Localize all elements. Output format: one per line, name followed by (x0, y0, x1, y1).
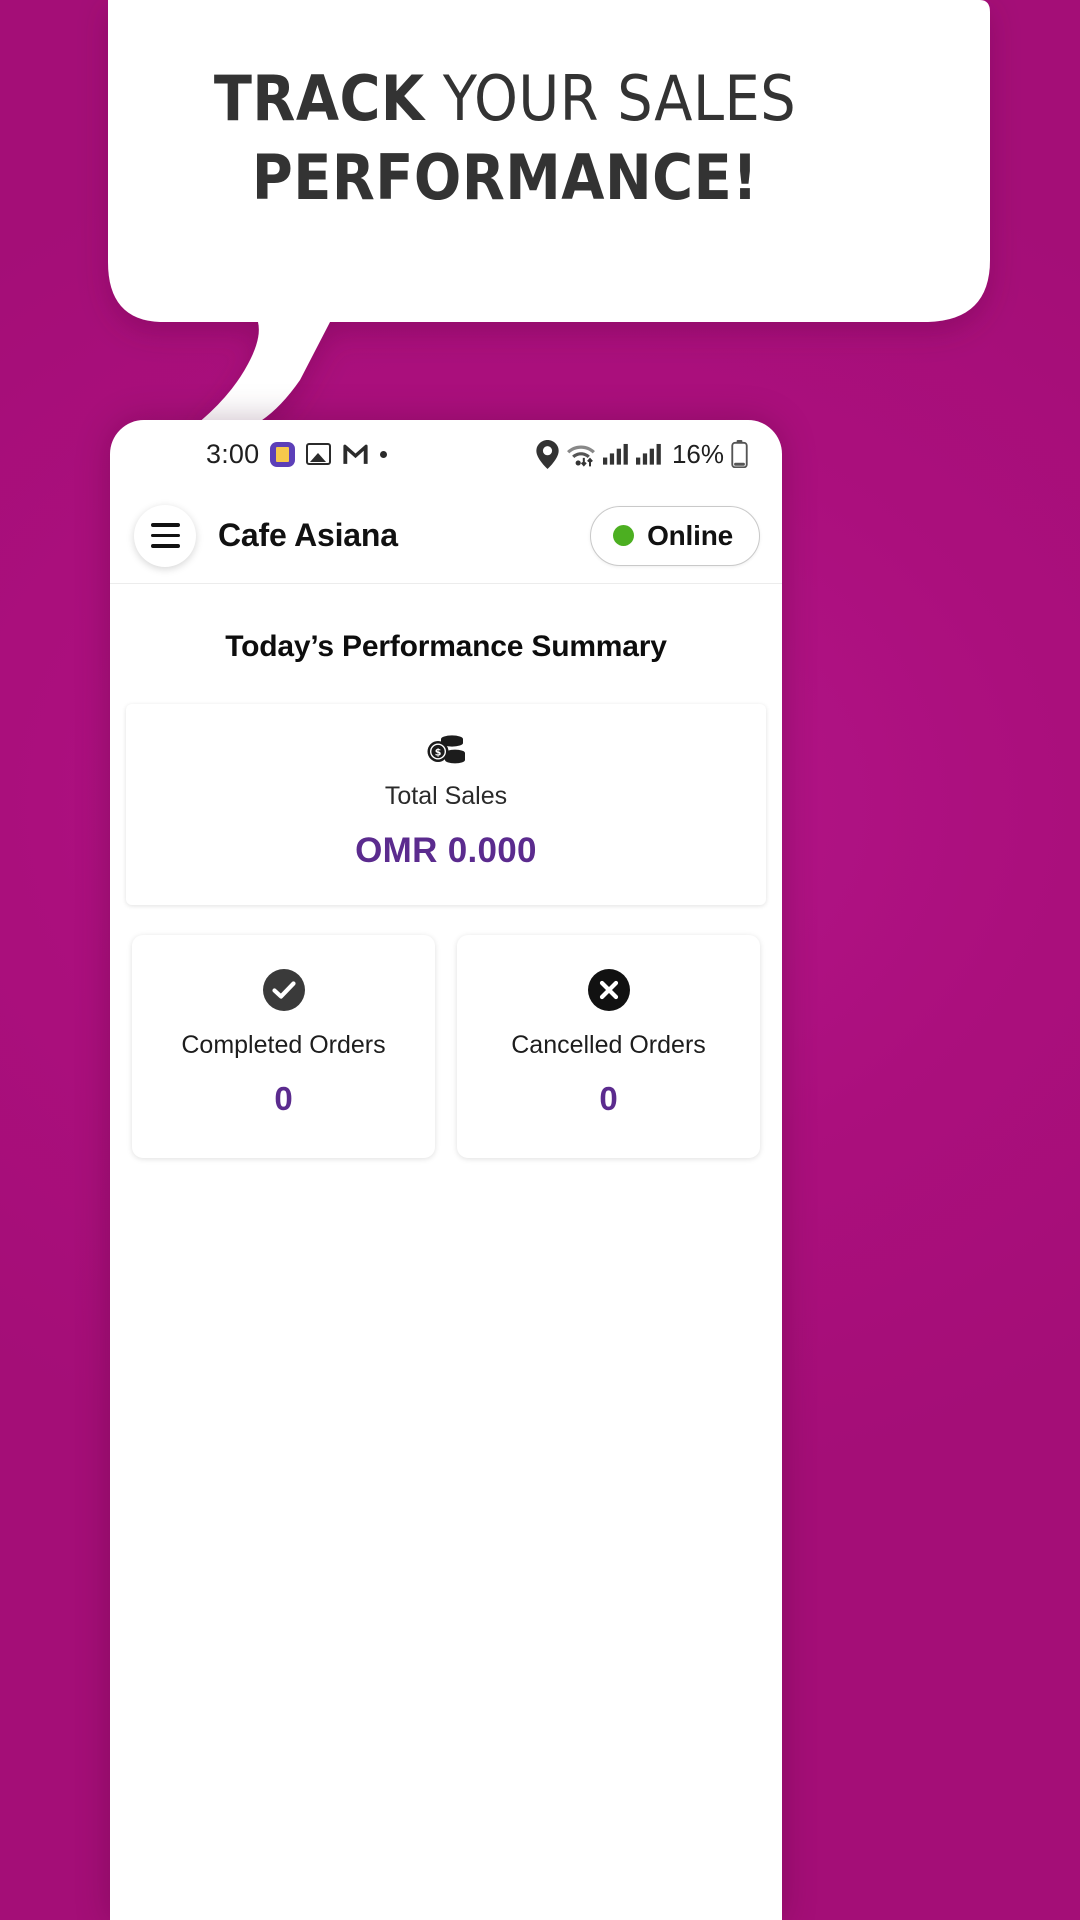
status-bar-left: 3:00 (206, 438, 388, 470)
status-time: 3:00 (206, 438, 260, 469)
battery-icon (731, 440, 748, 468)
app-bar: Cafe Asiana Online (110, 488, 782, 584)
coins-icon: $ (427, 735, 465, 764)
cancelled-orders-card[interactable]: Cancelled Orders 0 (457, 935, 760, 1158)
online-status-label: Online (647, 519, 733, 551)
signal-icon (602, 443, 628, 465)
check-circle-icon (262, 969, 305, 1011)
hamburger-icon[interactable] (134, 504, 196, 567)
headline-line2: PERFORMANCE! (251, 141, 759, 214)
location-pin-icon (536, 439, 559, 469)
x-circle-icon (587, 969, 630, 1011)
status-bar-right: 16% (536, 439, 748, 470)
total-sales-label: Total Sales (384, 782, 508, 810)
headline-rest: YOUR SALES (424, 62, 797, 135)
gmail-icon (343, 444, 368, 464)
total-sales-card[interactable]: $ Total Sales OMR 0.000 (126, 704, 766, 905)
wifi-icon (567, 445, 595, 467)
orders-row: Completed Orders 0 Cancelled Orders 0 (132, 935, 760, 1158)
battery-percent: 16% (671, 438, 724, 469)
shop-name: Cafe Asiana (218, 517, 398, 553)
headline-strong: TRACK (213, 62, 425, 135)
status-bar: 3:00 16% (110, 420, 782, 488)
app-badge-icon (270, 441, 296, 467)
dashboard-content: Today’s Performance Summary $ Total Sale… (110, 584, 782, 1920)
online-status-dot (613, 525, 635, 546)
svg-text:$: $ (435, 747, 442, 758)
promo-headline: TRACK YOUR SALES PERFORMANCE! (0, 68, 1010, 209)
promo-screenshot: TRACK YOUR SALES PERFORMANCE! 3:00 16% C… (0, 0, 1080, 1920)
completed-orders-card[interactable]: Completed Orders 0 (132, 935, 435, 1158)
cancelled-orders-value: 0 (599, 1080, 618, 1117)
dot-icon (380, 450, 388, 458)
cancelled-orders-label: Cancelled Orders (511, 1031, 706, 1059)
gallery-icon (306, 443, 332, 465)
online-status-toggle[interactable]: Online (590, 505, 760, 566)
completed-orders-label: Completed Orders (181, 1031, 386, 1059)
total-sales-value: OMR 0.000 (355, 831, 537, 870)
completed-orders-value: 0 (274, 1080, 293, 1117)
phone-mockup: 3:00 16% Cafe Asiana Online Today’s Perf… (110, 420, 782, 1920)
signal-icon (635, 443, 661, 465)
page-title: Today’s Performance Summary (225, 630, 667, 663)
